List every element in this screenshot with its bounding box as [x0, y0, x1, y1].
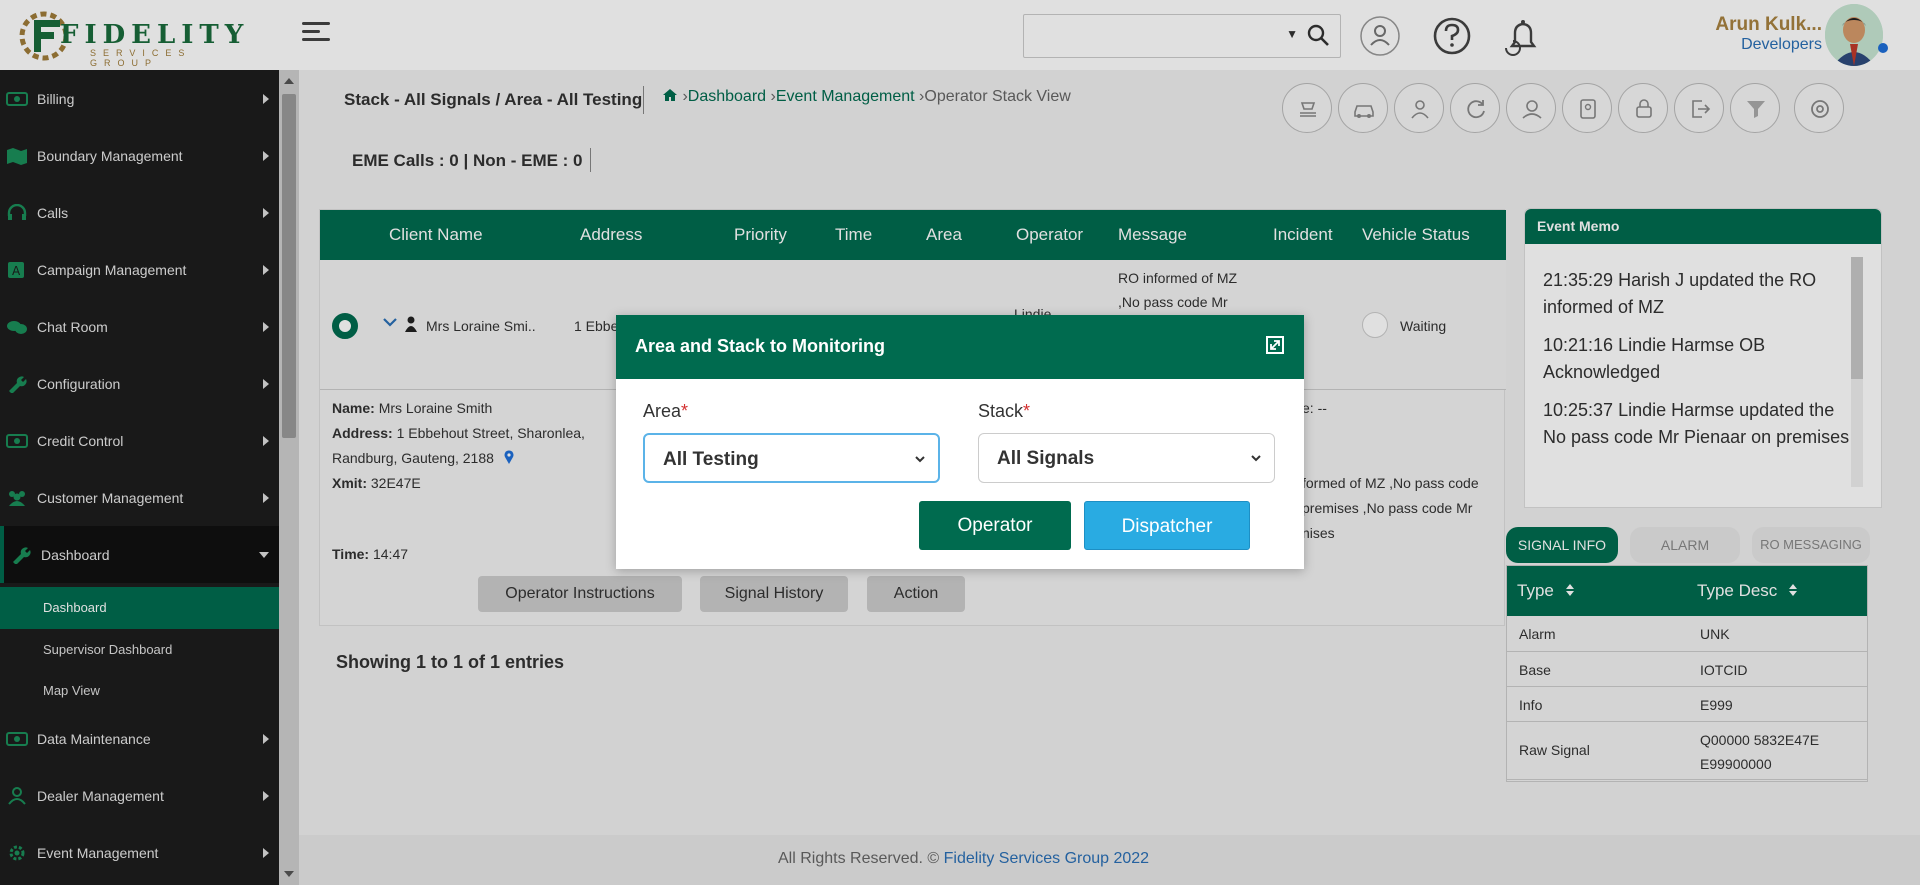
modal-header: Area and Stack to Monitoring [616, 315, 1304, 379]
chevron-down-icon [1251, 455, 1261, 462]
area-stack-modal: Area and Stack to Monitoring Area* Stack… [616, 315, 1304, 569]
operator-button[interactable]: Operator [919, 501, 1071, 550]
dispatcher-button[interactable]: Dispatcher [1084, 501, 1250, 550]
area-label-text: Area [643, 401, 682, 421]
required-asterisk: * [1023, 401, 1031, 421]
stack-select-value: All Signals [997, 448, 1095, 469]
area-select-value: All Testing [663, 449, 759, 470]
area-select[interactable]: All Testing [643, 433, 940, 483]
expand-icon[interactable] [1266, 336, 1284, 354]
required-asterisk: * [681, 401, 689, 421]
stack-label: Stack* [978, 401, 1030, 422]
chevron-down-icon [915, 456, 925, 463]
stack-label-text: Stack [978, 401, 1024, 421]
stack-select[interactable]: All Signals [978, 433, 1275, 483]
modal-title: Area and Stack to Monitoring [635, 336, 886, 356]
area-label: Area* [643, 401, 688, 422]
